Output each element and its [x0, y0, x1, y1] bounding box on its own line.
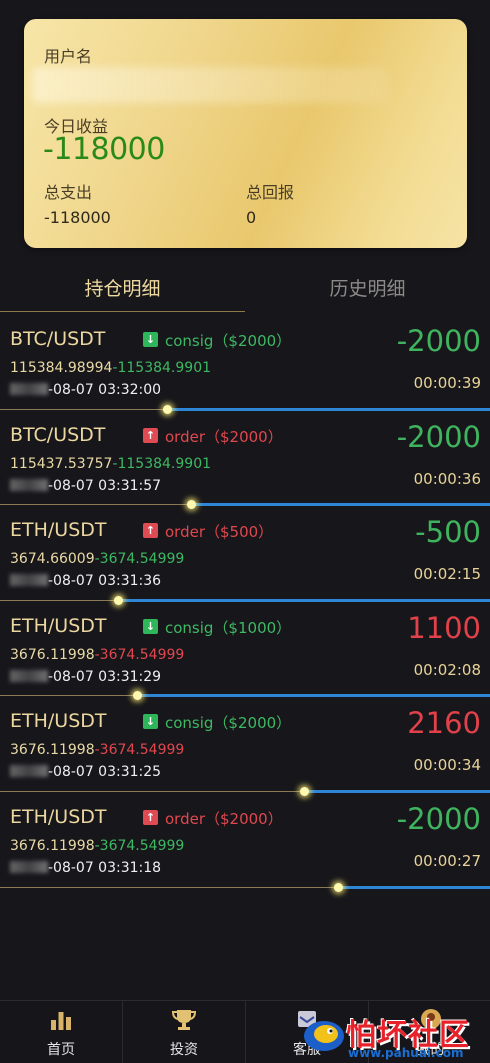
tab-history[interactable]: 历史明细	[245, 266, 490, 312]
position-pair: ETH/USDT	[10, 519, 107, 542]
open-price: 115437.53757	[10, 455, 113, 472]
username-value-redacted	[32, 67, 388, 103]
arrow-down-icon: ↓	[143, 332, 158, 347]
position-pair: BTC/USDT	[10, 423, 106, 446]
redacted-prefix	[10, 765, 48, 778]
position-time-value: -08-07 03:31:57	[48, 477, 162, 494]
current-price: -3674.54999	[94, 551, 185, 568]
position-countdown: 00:02:15	[413, 565, 481, 584]
arrow-up-icon: ↑	[143, 809, 158, 825]
nav-home[interactable]: 首页	[0, 1001, 123, 1063]
open-price: 115384.98994	[10, 360, 113, 376]
nav-invest-label: 投资	[170, 1042, 198, 1058]
positions-list: BTC/USDT ↓ consig（$2000） 115384.98994-11538…	[0, 314, 490, 892]
position-time-value: -08-07 03:32:00	[48, 382, 162, 398]
redacted-prefix	[10, 478, 48, 491]
current-price: -3674.54999	[94, 837, 185, 854]
progress-remaining	[338, 885, 490, 889]
position-pnl: -2000	[396, 801, 481, 836]
redacted-prefix	[10, 860, 48, 873]
position-row[interactable]: ETH/USDT ↓ consig（$1000） 3676.11998-3674.54…	[0, 601, 490, 701]
bar-chart-icon	[51, 1012, 71, 1030]
position-time-value: -08-07 03:31:18	[48, 859, 162, 876]
position-time: -08-07 03:32:00	[10, 382, 161, 398]
position-countdown: 00:00:27	[413, 851, 481, 870]
position-pnl: -2000	[396, 419, 481, 454]
position-countdown: 00:02:08	[413, 660, 481, 679]
tab-holdings[interactable]: 持仓明细	[0, 266, 245, 312]
position-direction: consig（$2000）	[165, 714, 292, 733]
open-price: 3676.11998	[10, 837, 95, 854]
position-pnl: 1100	[407, 610, 481, 645]
position-row[interactable]: BTC/USDT ↑ order（$2000） 115437.53757-115384…	[0, 410, 490, 510]
trophy-icon	[171, 1010, 197, 1030]
account-card: 用户名 今日收益 -118000 总支出 -118000 总回报 0	[24, 19, 467, 248]
position-prices: 3676.11998-3674.54999	[10, 742, 184, 758]
mascot-logo-icon	[304, 1021, 344, 1051]
position-time: -08-07 03:31:29	[10, 669, 161, 685]
open-price: 3676.11998	[10, 742, 95, 759]
progress-marker	[334, 882, 343, 892]
total-return-value: 0	[246, 208, 257, 227]
arrow-up-icon: ↑	[143, 523, 158, 539]
position-direction: consig（$2000）	[165, 332, 292, 350]
position-direction: order（$2000）	[165, 427, 283, 446]
position-pnl: 2160	[407, 706, 481, 741]
position-row[interactable]: BTC/USDT ↓ consig（$2000） 115384.98994-11538…	[0, 314, 490, 414]
detail-tabs: 持仓明细 历史明细	[0, 266, 490, 314]
progress-elapsed	[0, 886, 338, 888]
position-pair: ETH/USDT	[10, 710, 107, 733]
redacted-prefix	[10, 383, 48, 395]
position-countdown: 00:00:34	[413, 756, 481, 775]
position-prices: 3676.11998-3674.54999	[10, 838, 184, 854]
total-return-label: 总回报	[246, 183, 295, 202]
position-time: -08-07 03:31:57	[10, 478, 161, 494]
position-pair: ETH/USDT	[10, 805, 107, 828]
position-pnl: -2000	[396, 324, 481, 358]
position-row[interactable]: ETH/USDT ↓ consig（$2000） 3676.11998-3674.54…	[0, 696, 490, 796]
total-expense-label: 总支出	[44, 183, 93, 202]
position-time: -08-07 03:31:25	[10, 764, 161, 780]
position-countdown: 00:00:36	[413, 469, 481, 488]
current-price: -3674.54999	[94, 646, 185, 663]
arrow-down-icon: ↓	[143, 618, 158, 634]
position-prices: 115437.53757-115384.9901	[10, 456, 211, 472]
position-row[interactable]: ETH/USDT ↑ order（$500） 3674.66009-3674.5499…	[0, 505, 490, 605]
position-time-value: -08-07 03:31:36	[48, 573, 162, 590]
position-row[interactable]: ETH/USDT ↑ order（$2000） 3676.11998-3674.549…	[0, 792, 490, 892]
position-direction: consig（$1000）	[165, 618, 292, 637]
current-price: -115384.9901	[112, 360, 212, 376]
position-time: -08-07 03:31:18	[10, 860, 161, 876]
nav-home-label: 首页	[47, 1042, 75, 1058]
open-price: 3676.11998	[10, 646, 95, 663]
position-pnl: -500	[415, 515, 481, 550]
position-time-value: -08-07 03:31:29	[48, 668, 162, 685]
position-countdown: 00:00:39	[413, 374, 481, 392]
nav-invest[interactable]: 投资	[123, 1001, 246, 1063]
position-prices: 3674.66009-3674.54999	[10, 551, 184, 567]
arrow-down-icon: ↓	[143, 714, 158, 730]
username-label: 用户名	[44, 47, 93, 66]
redacted-prefix	[10, 669, 48, 682]
watermark-url: www.pahuai.com	[348, 1046, 464, 1060]
position-pair: BTC/USDT	[10, 328, 106, 350]
current-price: -3674.54999	[94, 742, 185, 759]
today-profit-value: -118000	[43, 132, 165, 167]
position-direction: order（$2000）	[165, 809, 283, 828]
open-price: 3674.66009	[10, 551, 95, 568]
site-watermark: 怕坏社区 www.pahuai.com	[296, 1006, 486, 1060]
position-time-value: -08-07 03:31:25	[48, 764, 162, 781]
current-price: -115384.9901	[112, 455, 212, 472]
position-prices: 115384.98994-115384.9901	[10, 360, 211, 376]
arrow-up-icon: ↑	[143, 427, 158, 443]
position-pair: ETH/USDT	[10, 614, 107, 637]
total-expense-value: -118000	[44, 208, 111, 227]
redacted-prefix	[10, 574, 48, 587]
position-time: -08-07 03:31:36	[10, 573, 161, 589]
position-direction: order（$500）	[165, 523, 274, 542]
position-prices: 3676.11998-3674.54999	[10, 647, 184, 663]
